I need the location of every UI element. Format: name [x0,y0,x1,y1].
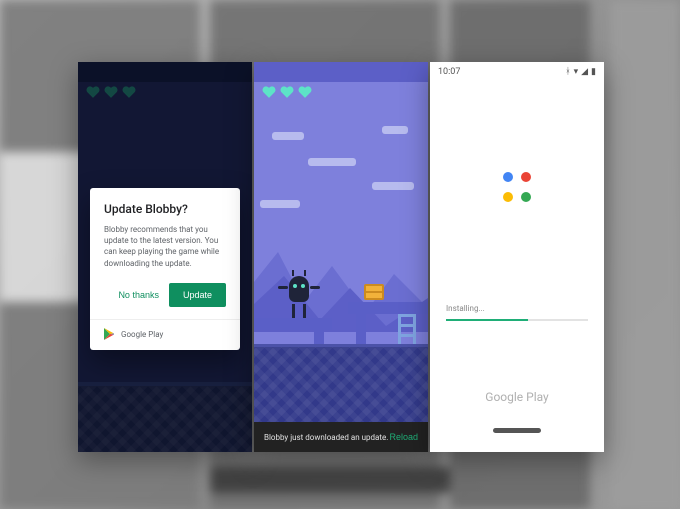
update-button[interactable]: Update [169,283,226,307]
snackbar: Blobby just downloaded an update. Reload [254,422,428,452]
cloud [260,200,300,208]
cloud [382,126,408,134]
dot-green [521,192,531,202]
platform [348,302,428,314]
no-thanks-button[interactable]: No thanks [116,286,161,304]
status-time: 10:07 [438,67,460,77]
dialog-body: Blobby recommends that you update to the… [104,224,226,269]
progress-bar [446,319,588,321]
status-bar [254,62,428,82]
google-play-label: Google Play [121,330,163,339]
phone-gameplay-snackbar: Blobby just downloaded an update. Reload [254,62,428,452]
dot-red [521,172,531,182]
cloud [272,132,304,140]
bluetooth-icon: ᚼ [565,68,570,77]
progress-bar-fill [446,319,528,321]
home-pill[interactable] [493,428,541,433]
google-play-attribution: Google Play [90,319,240,350]
status-icons: ᚼ ▾ ◢ ▮ [565,68,596,77]
cloud [372,182,414,190]
cloud [308,158,356,166]
dialog-title: Update Blobby? [104,202,226,216]
installing-label: Installing... [446,304,588,313]
treasure-chest [364,284,384,300]
install-progress: Installing... [446,304,588,321]
update-dialog: Update Blobby? Blobby recommends that yo… [90,188,240,350]
battery-icon: ▮ [591,68,596,77]
dialog-actions: No thanks Update [104,283,226,307]
wifi-icon: ▾ [574,68,579,77]
system-nav-bar[interactable] [430,428,604,446]
phone-row: Update Blobby? Blobby recommends that yo… [78,62,604,452]
lives-hearts [262,86,312,98]
phone-update-prompt: Update Blobby? Blobby recommends that yo… [78,62,252,452]
status-bar: 10:07 ᚼ ▾ ◢ ▮ [430,62,604,82]
heart-icon [298,86,312,98]
stage: Update Blobby? Blobby recommends that yo… [0,0,680,509]
reload-button[interactable]: Reload [389,432,418,442]
dot-blue [503,172,513,182]
snackbar-message: Blobby just downloaded an update. [264,433,388,442]
heart-icon [280,86,294,98]
google-play-label: Google Play [430,390,604,404]
game-floor [254,344,428,422]
heart-icon [262,86,276,98]
signal-icon: ◢ [581,68,588,77]
google-play-icon [104,328,115,342]
dot-yellow [503,192,513,202]
blobby-character [282,276,316,318]
phone-installing: 10:07 ᚼ ▾ ◢ ▮ Installing... [430,62,604,452]
platform [254,318,332,330]
google-loading-dots [499,172,535,208]
